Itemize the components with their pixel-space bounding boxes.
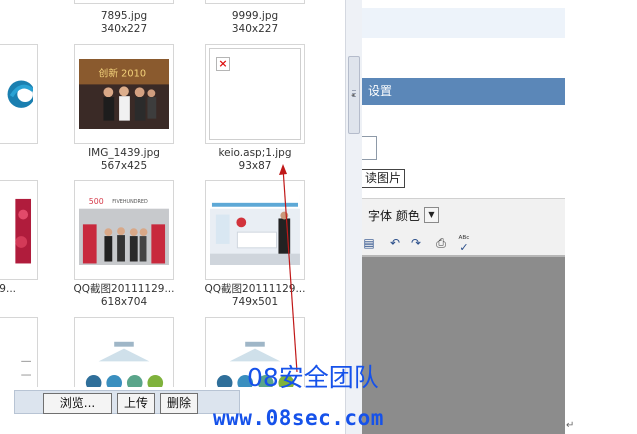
image-thumbnail[interactable]: 创新 2010: [74, 44, 174, 144]
image-thumbnail[interactable]: ×: [205, 44, 305, 144]
image-thumbnail-partial[interactable]: [0, 180, 38, 280]
svg-text:创新 2010: 创新 2010: [99, 67, 146, 80]
svg-text:FIVEHUNDRED: FIVEHUNDRED: [112, 199, 148, 205]
dialog-band: [362, 8, 565, 38]
file-name: 9999.jpg: [231, 10, 279, 22]
undo-icon[interactable]: ↶: [388, 236, 402, 250]
settings-header: 设置: [362, 78, 565, 105]
paste-icon[interactable]: ▤: [362, 236, 376, 250]
watermark-url: www.08sec.com: [213, 406, 384, 430]
delete-button[interactable]: 删除: [160, 393, 198, 414]
editor-panel: 设置 读图片 字体 颜色 ▼ ▤ ↶ ↷ ⎙ ᴬᴮᶜ ✓: [362, 0, 565, 434]
font-color-dropdown[interactable]: ▼: [424, 207, 439, 223]
file-name: IMG_1439.jpg: [88, 147, 160, 159]
collapse-arrow-icon[interactable]: ◂: [351, 91, 355, 99]
file-dimensions: 93x87: [238, 160, 272, 172]
toolbar-divider: [362, 255, 565, 257]
image-thumbnail[interactable]: [205, 0, 305, 4]
file-name: keio.asp;1.jpg: [218, 147, 292, 159]
file-dimensions: 567x425: [100, 160, 148, 172]
file-name: 7895.jpg: [100, 10, 148, 22]
upload-button[interactable]: 上传: [117, 393, 155, 414]
file-name-partial: 29...: [0, 283, 16, 295]
photo-group-thumbnail: 创新 2010: [79, 59, 169, 130]
redo-icon[interactable]: ↷: [409, 236, 423, 250]
page-margin: [565, 0, 637, 434]
browse-button[interactable]: 浏览...: [43, 393, 112, 414]
logo-thumbnail: [0, 59, 33, 130]
file-dimensions: 340x227: [100, 23, 148, 35]
file-dimensions: 340x227: [231, 23, 279, 35]
spellcheck-icon[interactable]: ᴬᴮᶜ ✓: [457, 236, 471, 254]
file-dimensions: 749x501: [231, 296, 279, 308]
file-name: QQ截图20111129...: [73, 283, 175, 295]
file-name: QQ截图20111129...: [204, 283, 306, 295]
image-thumbnail[interactable]: 500 FIVEHUNDRED: [74, 180, 174, 280]
photo-thumbnail: [0, 195, 33, 266]
print-icon[interactable]: ⎙: [434, 236, 448, 250]
image-thumbnail[interactable]: [205, 180, 305, 280]
photo-office-thumbnail: [210, 195, 300, 266]
image-thumbnail-partial[interactable]: [0, 44, 38, 144]
paragraph-mark-icon: ↵: [566, 420, 575, 431]
file-dimensions: 618x704: [100, 296, 148, 308]
watermark-title: 08安全团队: [247, 363, 379, 392]
svg-text:500: 500: [89, 197, 104, 206]
image-thumbnail[interactable]: [74, 0, 174, 4]
choose-image-button[interactable]: 读图片: [362, 169, 406, 188]
broken-image-icon: ×: [216, 57, 230, 71]
url-input[interactable]: [362, 136, 377, 160]
font-color-label: 字体 颜色: [368, 209, 420, 223]
photo-event-thumbnail: 500 FIVEHUNDRED: [79, 195, 169, 266]
